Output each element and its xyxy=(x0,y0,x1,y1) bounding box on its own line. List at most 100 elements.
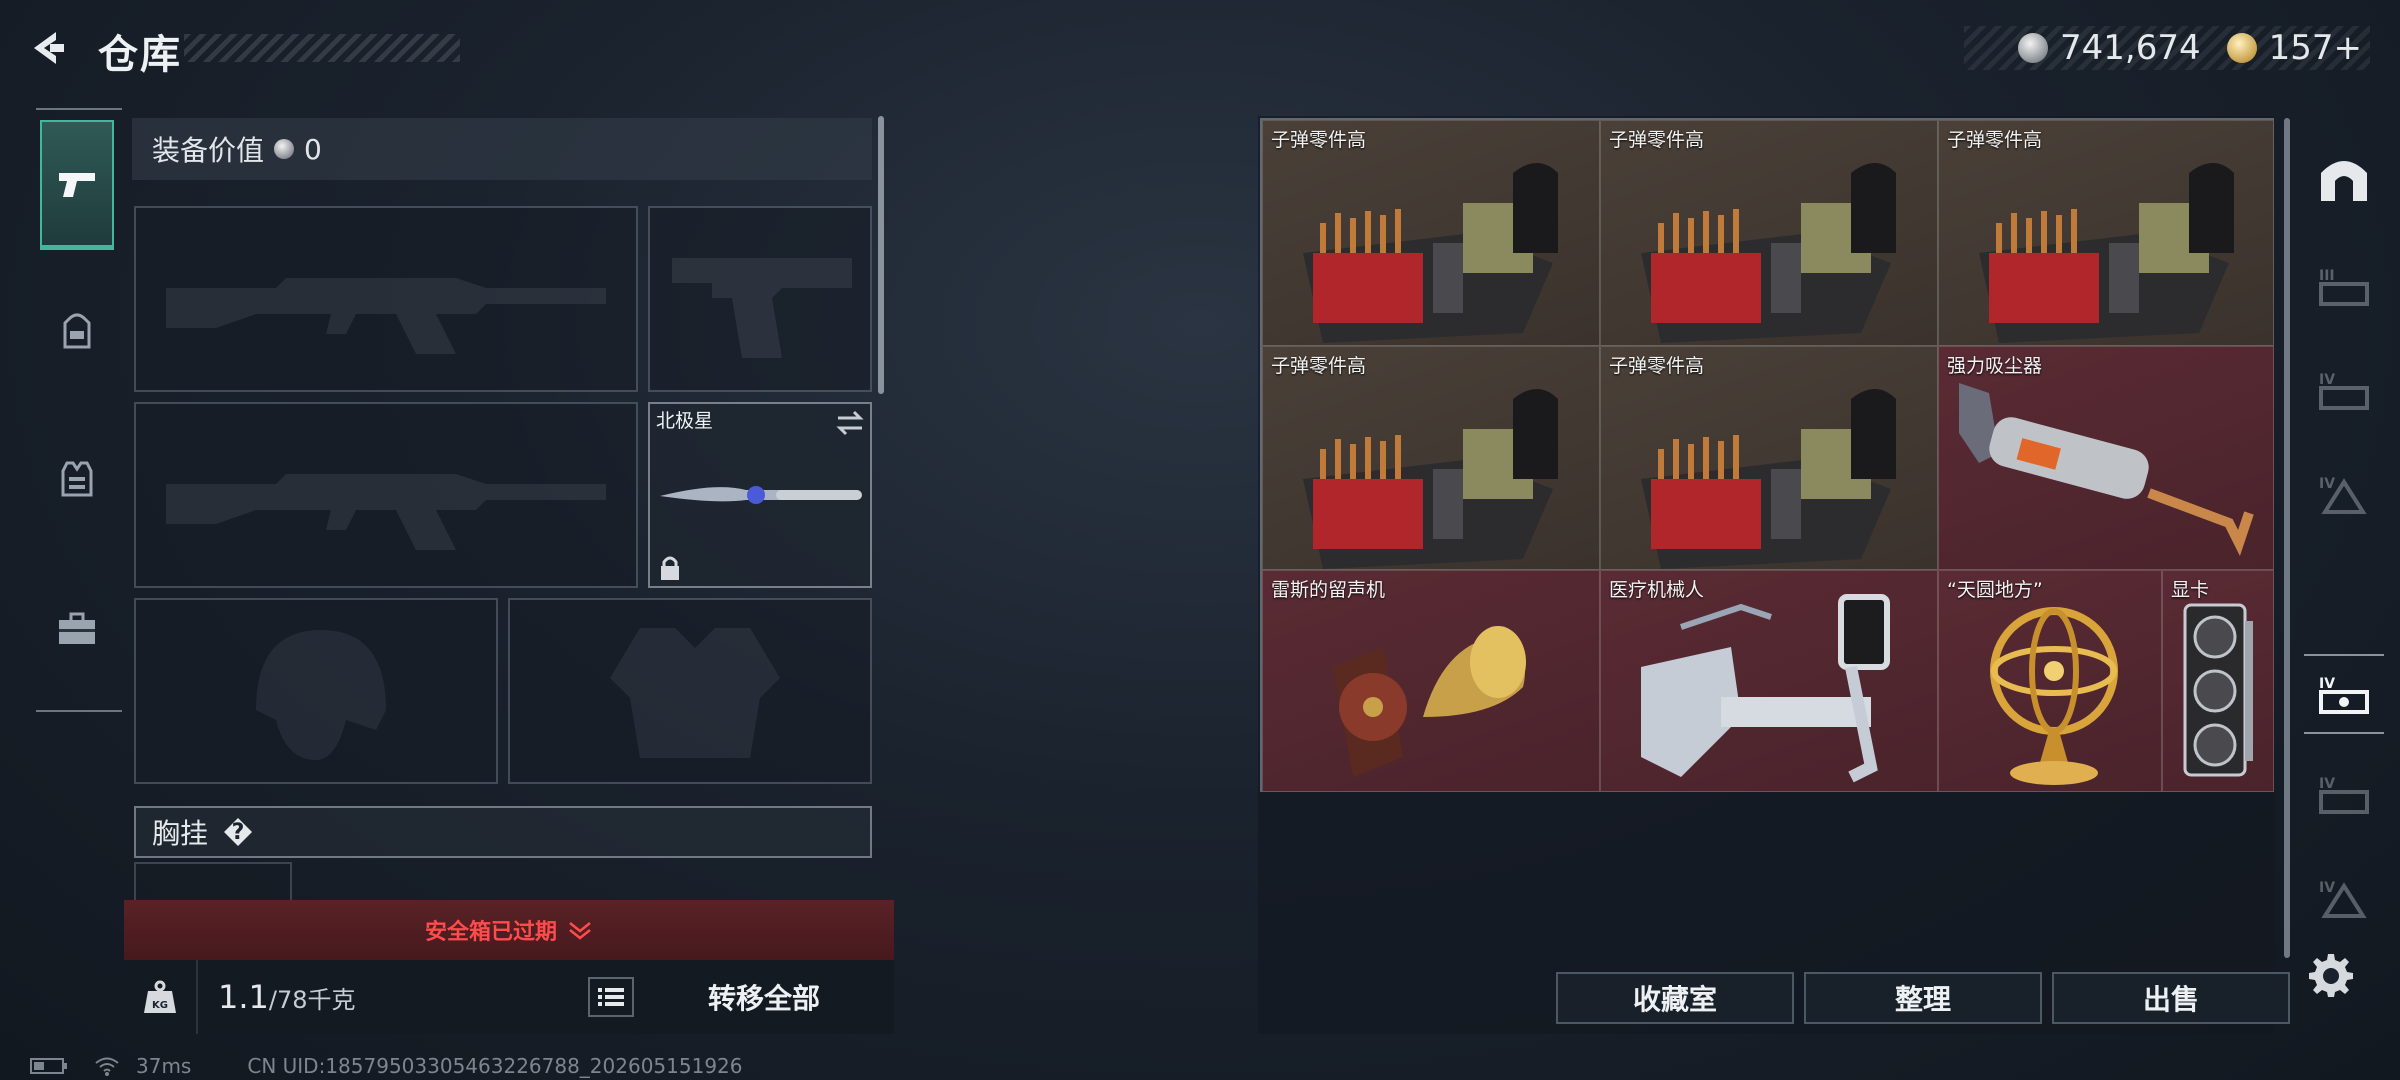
svg-text:IV: IV xyxy=(2319,880,2335,896)
rail-item-tier-4-selected[interactable]: IV xyxy=(2304,654,2384,734)
ammo-crate-icon xyxy=(1303,163,1558,343)
settings-button[interactable] xyxy=(2308,952,2354,998)
backpack-icon xyxy=(63,313,91,349)
sell-button[interactable]: 出售 xyxy=(2052,972,2290,1024)
graphics-card-icon xyxy=(2183,603,2253,777)
svg-text:IV: IV xyxy=(2319,676,2335,692)
primary-weapon-slot[interactable] xyxy=(134,206,638,392)
rail-item-tier-4[interactable]: IV xyxy=(2304,350,2384,430)
chest-rig-header: 胸挂 ? xyxy=(134,806,872,858)
item-medical-robot[interactable]: 医疗机械人 xyxy=(1600,570,1938,792)
gear-icon xyxy=(2309,954,2353,997)
equipment-panel: 装备价值 0 北极星 xyxy=(124,112,888,902)
pistol-slot[interactable] xyxy=(648,206,872,392)
nav-item-case[interactable] xyxy=(40,564,114,694)
secondary-weapon-slot[interactable] xyxy=(134,402,638,588)
user-uid: CN UID:18579503305463226788_202605151926 xyxy=(247,1054,743,1078)
item-ammo-parts[interactable]: 子弹零件高 xyxy=(1262,120,1600,346)
weight-icon-box: KG xyxy=(124,960,198,1034)
tier-4-icon: IV xyxy=(2319,776,2369,814)
helmet-silhouette-icon xyxy=(256,630,386,760)
nav-item-backpack[interactable] xyxy=(40,266,114,396)
melee-slot[interactable]: 北极星 xyxy=(648,402,872,588)
pistol-icon xyxy=(59,172,95,197)
chevron-down-icon xyxy=(569,922,591,940)
safe-box-expired-banner[interactable]: 安全箱已过期 xyxy=(124,900,894,960)
currency-bar: 741,674 157+ xyxy=(1964,26,2370,70)
item-ammo-parts[interactable]: 子弹零件高 xyxy=(1262,346,1600,570)
weight-icon: KG xyxy=(144,980,176,1013)
equipment-value-label: 装备价值 xyxy=(152,134,265,167)
knife-icon xyxy=(660,486,862,504)
sort-button[interactable]: 整理 xyxy=(1804,972,2042,1024)
ammo-crate-icon xyxy=(1641,163,1896,343)
pistol-silhouette-icon xyxy=(672,258,852,358)
rail-item-tier-4[interactable]: IV xyxy=(2304,454,2384,534)
silver-amount: 741,674 xyxy=(2060,28,2201,68)
rail-item-all[interactable] xyxy=(2304,138,2384,218)
item-armillary-sphere[interactable]: “天圆地方” xyxy=(1938,570,2162,792)
gramophone-icon xyxy=(1333,626,1526,777)
help-icon[interactable]: ? xyxy=(224,818,253,846)
ping-readout: 37ms xyxy=(136,1054,192,1078)
armor-slot[interactable] xyxy=(508,598,872,784)
item-ammo-parts[interactable]: 子弹零件高 xyxy=(1600,346,1938,570)
list-view-button[interactable] xyxy=(588,977,634,1017)
item-vacuum[interactable]: 强力吸尘器 xyxy=(1938,346,2274,570)
tier-4-icon: IV xyxy=(2319,476,2367,514)
item-name: 显卡 xyxy=(2171,579,2210,601)
tier-4-icon: IV xyxy=(2319,372,2369,410)
equipment-category-nav xyxy=(36,108,122,712)
collection-button[interactable]: 收藏室 xyxy=(1556,972,1794,1024)
system-status-bar: 37ms CN UID:18579503305463226788_2026051… xyxy=(30,1054,743,1078)
rail-item-tier-4[interactable]: IV xyxy=(2304,858,2384,938)
tier-4-icon: IV xyxy=(2319,880,2367,918)
gold-amount[interactable]: 157+ xyxy=(2269,28,2362,68)
nav-item-vest[interactable] xyxy=(40,414,114,544)
storage-grid: 子弹零件高 子弹零件高 子弹零件高 子弹零件高 子弹零件高 强力吸尘器 雷斯的留… xyxy=(1260,118,2274,792)
arch-icon xyxy=(2321,161,2367,201)
item-gramophone[interactable]: 雷斯的留声机 xyxy=(1262,570,1600,792)
ammo-crate-icon xyxy=(1979,163,2234,343)
item-ammo-parts[interactable]: 子弹零件高 xyxy=(1600,120,1938,346)
svg-text:IV: IV xyxy=(2319,476,2335,492)
storage-actions: 收藏室 整理 出售 xyxy=(1556,972,2290,1024)
ammo-crate-icon xyxy=(1303,389,1558,569)
transfer-all-button[interactable]: 转移全部 xyxy=(634,977,894,1017)
lock-icon xyxy=(661,556,679,580)
page-title: 仓库 xyxy=(98,32,182,78)
helmet-slot[interactable] xyxy=(134,598,498,784)
rail-item-tier-3[interactable]: III xyxy=(2304,246,2384,326)
svg-text:III: III xyxy=(2319,268,2335,284)
briefcase-icon xyxy=(59,612,95,644)
equipment-scrollbar[interactable] xyxy=(878,116,884,394)
back-button[interactable] xyxy=(28,28,68,68)
rifle-silhouette-icon xyxy=(166,474,606,550)
nav-item-weapon[interactable] xyxy=(40,120,114,250)
armor-silhouette-icon xyxy=(610,628,780,758)
vest-icon xyxy=(61,461,93,497)
equipment-value-bar: 装备价值 0 xyxy=(132,118,872,180)
tier-4-icon: IV xyxy=(2319,676,2369,714)
chest-rig-slot[interactable] xyxy=(134,862,292,902)
svg-text:KG: KG xyxy=(152,1000,168,1011)
silver-coin-icon xyxy=(274,139,295,159)
weight-max: /78千克 xyxy=(268,986,356,1014)
gold-coin-icon xyxy=(2226,33,2257,63)
swap-icon[interactable] xyxy=(834,410,866,436)
rail-item-tier-4[interactable]: IV xyxy=(2304,754,2384,834)
svg-text:IV: IV xyxy=(2319,372,2335,388)
equipment-value-amount: 0 xyxy=(304,132,322,166)
chest-rig-label: 胸挂 xyxy=(152,817,209,850)
item-ammo-parts[interactable]: 子弹零件高 xyxy=(1938,120,2274,346)
back-arrow-icon xyxy=(34,32,64,64)
storage-scrollbar[interactable] xyxy=(2284,118,2290,958)
storage-category-rail: III IV IV IV IV IV xyxy=(2294,118,2394,958)
battery-icon xyxy=(30,1058,67,1074)
wifi-icon xyxy=(95,1057,119,1076)
armillary-sphere-icon xyxy=(1990,607,2118,785)
svg-text:IV: IV xyxy=(2319,776,2335,792)
item-graphics-card[interactable]: 显卡 xyxy=(2162,570,2274,792)
list-icon xyxy=(598,988,624,1006)
melee-name: 北极星 xyxy=(656,410,714,432)
